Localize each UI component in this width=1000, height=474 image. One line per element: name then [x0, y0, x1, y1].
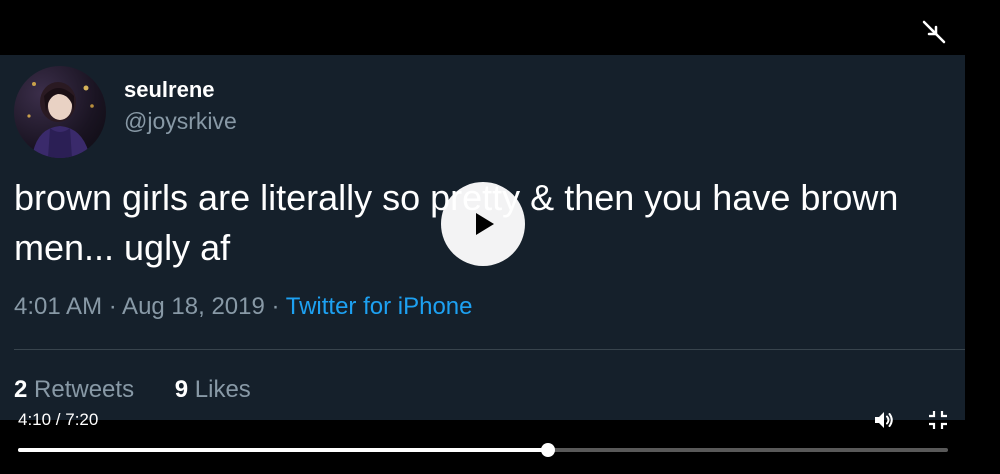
play-button[interactable]	[441, 182, 525, 266]
exit-fullscreen-button[interactable]	[928, 410, 948, 430]
tweet-meta: 4:01 AM · Aug 18, 2019 · Twitter for iPh…	[14, 293, 473, 321]
avatar	[14, 66, 106, 158]
retweets-count: 2	[14, 376, 28, 403]
progress-bar[interactable]	[18, 443, 948, 457]
retweets-label: Retweets	[27, 376, 135, 403]
retweets-stat: 2 Retweets	[14, 376, 134, 403]
tweet-timestamp: 4:01 AM · Aug 18, 2019 ·	[14, 293, 286, 320]
exit-fullscreen-icon	[929, 411, 947, 429]
video-player[interactable]: seulrene @joysrkive brown girls are lite…	[0, 0, 1000, 474]
likes-stat: 9 Likes	[175, 376, 251, 403]
divider	[14, 349, 965, 350]
exit-fullscreen-top-button[interactable]	[920, 18, 948, 46]
play-icon	[476, 213, 494, 235]
avatar-image	[27, 82, 94, 158]
user-handle: @joysrkive	[124, 108, 237, 134]
progress-fill	[18, 448, 549, 452]
display-name: seulrene	[124, 77, 215, 102]
likes-label: Likes	[188, 376, 251, 403]
progress-thumb[interactable]	[541, 443, 556, 457]
tweet-source: Twitter for iPhone	[285, 293, 473, 320]
volume-icon	[875, 412, 893, 428]
volume-button[interactable]	[872, 408, 896, 432]
tweet-stats: 2 Retweets 9 Likes	[14, 376, 285, 404]
playback-time: 4:10 / 7:20	[18, 410, 99, 429]
likes-count: 9	[174, 376, 189, 403]
collapse-icon	[922, 20, 946, 44]
